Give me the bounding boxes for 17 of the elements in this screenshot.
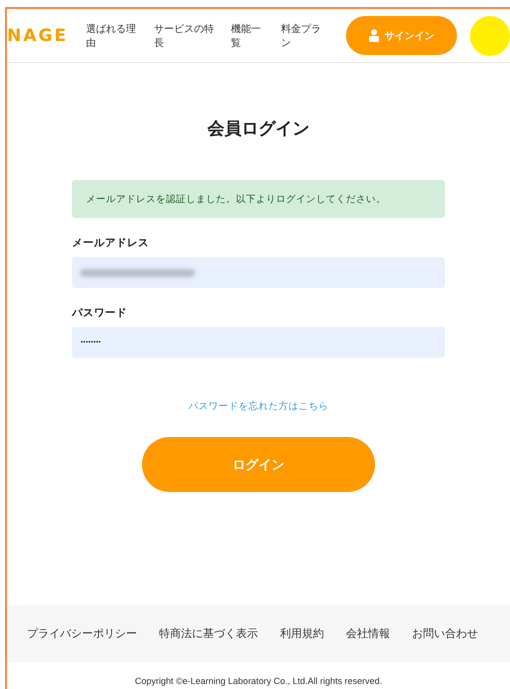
nav-link[interactable]: 機能一覧 <box>231 22 268 50</box>
footer-link[interactable]: 特商法に基づく表示 <box>159 626 258 641</box>
alert-text: メールアドレスを認証しました。以下よりログインしてください。 <box>86 192 386 206</box>
nav-link[interactable]: 料金プラン <box>281 22 326 50</box>
nav-link[interactable]: サービスの特長 <box>154 22 217 50</box>
field-label: パスワード <box>72 306 128 320</box>
page-title: 会員ログイン <box>208 118 310 140</box>
footer-link[interactable]: お問い合わせ <box>412 626 478 641</box>
round-button[interactable] <box>470 16 510 56</box>
footer-link[interactable]: プライバシーポリシー <box>27 626 137 641</box>
nav-link[interactable]: 選ばれる理由 <box>86 22 140 50</box>
footer-link[interactable]: 利用規約 <box>280 626 324 641</box>
footer-link[interactable]: 会社情報 <box>346 626 390 641</box>
copyright-text: Copyright ©e-Learning Laboratory Co., Ltd.All rights reserved. <box>134 676 384 686</box>
user-icon <box>368 29 379 42</box>
input-field[interactable] <box>72 257 445 288</box>
field-label: メールアドレス <box>72 236 150 250</box>
